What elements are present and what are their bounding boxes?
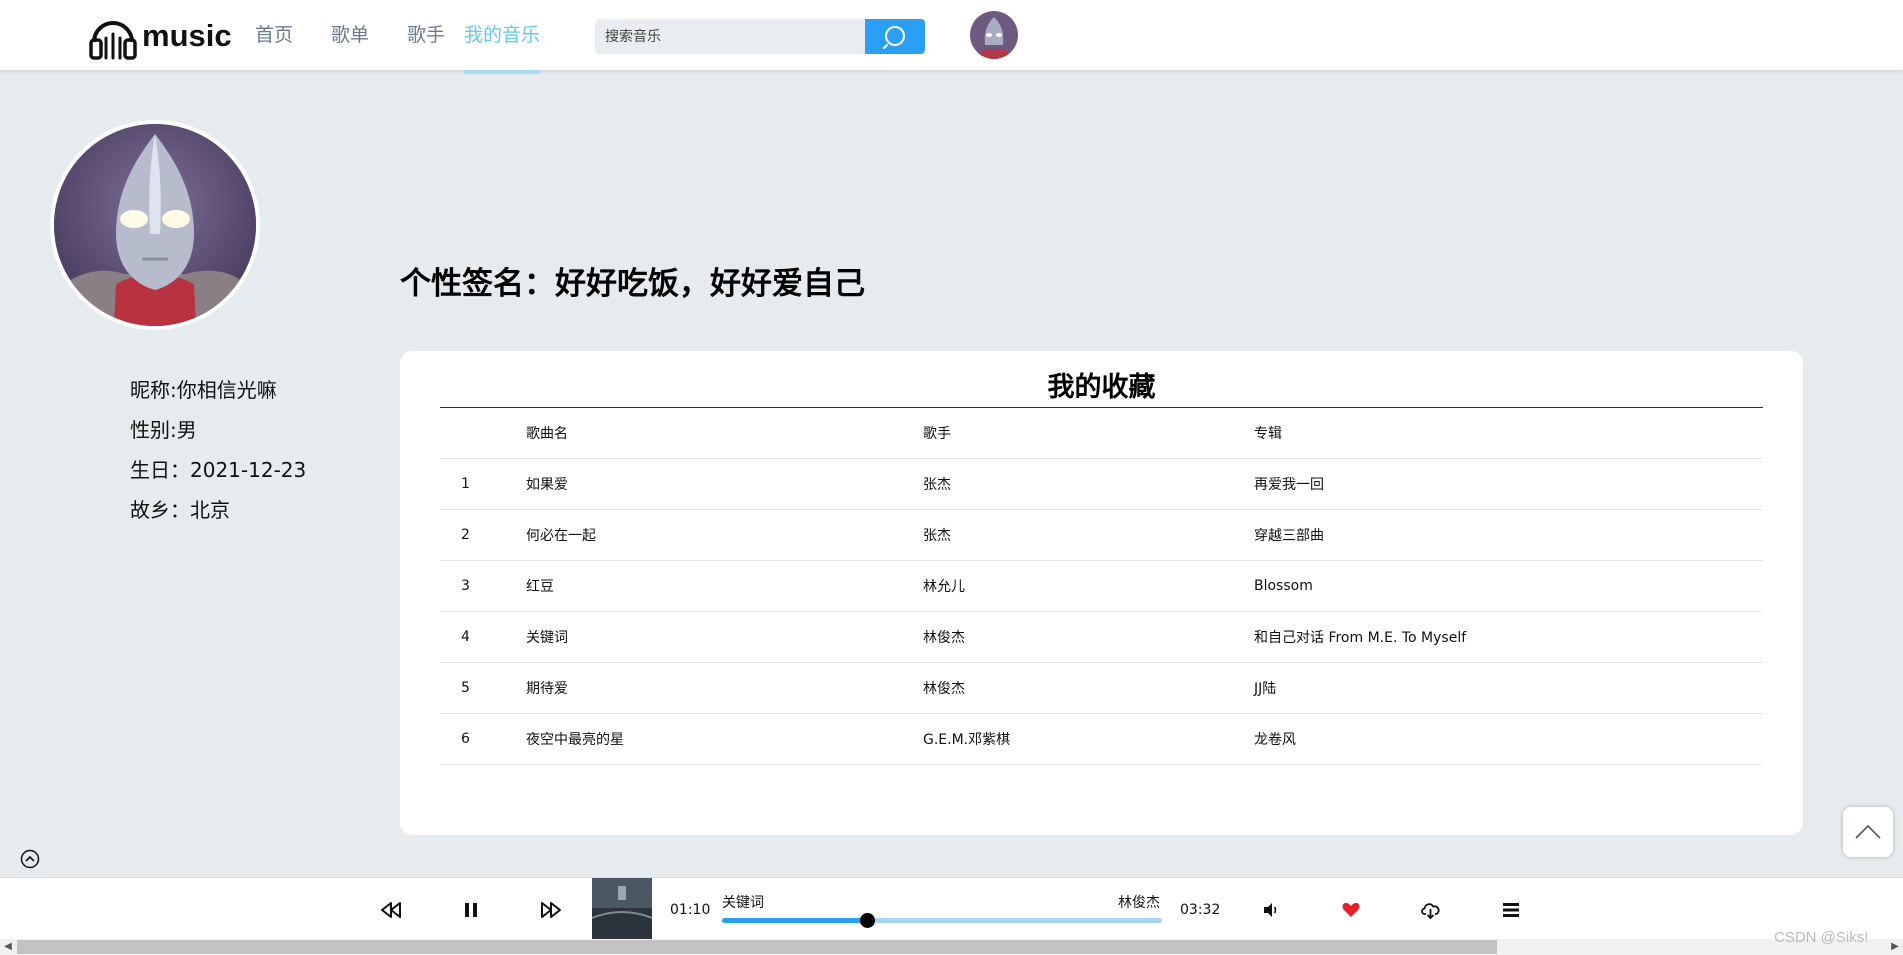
table-header-row: 歌曲名 歌手 专辑	[440, 408, 1763, 459]
row-index: 1	[440, 458, 526, 510]
chevron-up-circle-icon	[20, 849, 40, 869]
song-name[interactable]: 夜空中最亮的星	[526, 713, 923, 765]
profile-avatar	[50, 120, 260, 330]
singer-name[interactable]: 张杰	[923, 509, 1254, 561]
signature: 个性签名：好好吃饭，好好爱自己	[400, 266, 865, 302]
rewind-icon	[381, 902, 401, 918]
gender: 性别:男	[130, 418, 197, 442]
search-input[interactable]	[595, 19, 865, 54]
menu-icon	[1503, 903, 1519, 917]
pause-button[interactable]	[459, 898, 483, 922]
hometown: 故乡：北京	[130, 498, 230, 522]
volume-icon	[1264, 903, 1277, 917]
album-cover[interactable]	[592, 878, 652, 940]
album-name[interactable]: 再爱我一回	[1254, 458, 1763, 510]
main-nav: 首页 歌单 歌手 我的音乐	[236, 0, 540, 74]
favorites-title: 我的收藏	[1047, 372, 1156, 403]
profile-info: 昵称:你相信光嘛 性别:男 生日：2021-12-23 故乡：北京	[130, 370, 306, 530]
singer-name[interactable]: 林俊杰	[923, 662, 1254, 714]
album-name[interactable]: 和自己对话 From M.E. To Myself	[1254, 611, 1763, 663]
playlist-button[interactable]	[1499, 898, 1523, 922]
album-name[interactable]: JJ陆	[1254, 662, 1763, 714]
cloud-download-icon	[1421, 903, 1440, 919]
volume-button[interactable]	[1259, 898, 1283, 922]
column-header-song: 歌曲名	[526, 408, 923, 459]
search-button[interactable]	[865, 19, 925, 54]
singer-name[interactable]: 林允儿	[923, 560, 1254, 612]
next-button[interactable]	[539, 898, 563, 922]
user-avatar-image	[970, 11, 1018, 59]
nav-singers[interactable]: 歌手	[388, 0, 464, 70]
column-header-album: 专辑	[1254, 408, 1763, 459]
album-name[interactable]: Blossom	[1254, 560, 1763, 612]
nav-home[interactable]: 首页	[236, 0, 312, 70]
column-header-singer: 歌手	[923, 408, 1254, 459]
row-index: 4	[440, 611, 526, 663]
table-row[interactable]: 5 期待爱 林俊杰 JJ陆	[440, 662, 1763, 714]
row-index: 6	[440, 713, 526, 765]
scroll-left-arrow[interactable]: ◀	[0, 939, 16, 955]
now-playing-song: 关键词	[722, 895, 764, 911]
singer-name[interactable]: 张杰	[923, 458, 1254, 510]
nav-playlists[interactable]: 歌单	[312, 0, 388, 70]
pause-icon	[465, 903, 477, 917]
favorites-table: 歌曲名 歌手 专辑 1 如果爱 张杰 再爱我一回 2 何必在一起 张杰 穿越三部…	[440, 408, 1763, 765]
birthday: 生日：2021-12-23	[130, 458, 307, 482]
table-row[interactable]: 3 红豆 林允儿 Blossom	[440, 560, 1763, 612]
singer-name[interactable]: 林俊杰	[923, 611, 1254, 663]
profile-avatar-image	[54, 124, 256, 326]
logo-text: music	[142, 18, 232, 53]
singer-name[interactable]: G.E.M.邓紫棋	[923, 713, 1254, 765]
album-name[interactable]: 穿越三部曲	[1254, 509, 1763, 561]
search-icon	[883, 25, 905, 49]
song-name[interactable]: 关键词	[526, 611, 923, 663]
album-name[interactable]: 龙卷风	[1254, 713, 1763, 765]
chevron-up-icon	[1855, 824, 1881, 839]
top-navbar: music 首页 歌单 歌手 我的音乐	[0, 0, 1903, 74]
like-button[interactable]	[1339, 898, 1363, 922]
progress-bar[interactable]	[722, 913, 1162, 928]
song-name[interactable]: 如果爱	[526, 458, 923, 510]
current-time: 01:10	[670, 902, 711, 918]
heart-icon	[1342, 902, 1360, 917]
horizontal-scrollbar[interactable]: ◀ ▶	[0, 939, 1903, 955]
scrollbar-thumb[interactable]	[17, 940, 1497, 954]
watermark: CSDN @Siks!	[1774, 929, 1869, 946]
table-row[interactable]: 4 关键词 林俊杰 和自己对话 From M.E. To Myself	[440, 611, 1763, 663]
logo[interactable]: music	[88, 12, 232, 60]
player-toggle-button[interactable]	[20, 849, 40, 869]
column-header-index	[440, 408, 526, 459]
headphones-icon	[89, 21, 137, 60]
nickname: 昵称:你相信光嘛	[130, 378, 277, 402]
row-index: 3	[440, 560, 526, 612]
album-cover-image	[592, 878, 652, 940]
previous-button[interactable]	[379, 898, 403, 922]
song-name[interactable]: 期待爱	[526, 662, 923, 714]
progress-handle[interactable]	[860, 913, 876, 928]
total-time: 03:32	[1180, 902, 1221, 918]
song-name[interactable]: 何必在一起	[526, 509, 923, 561]
nav-my-music[interactable]: 我的音乐	[464, 0, 540, 74]
scroll-right-arrow[interactable]: ▶	[1887, 939, 1903, 955]
table-row[interactable]: 1 如果爱 张杰 再爱我一回	[440, 458, 1763, 510]
fast-forward-icon	[541, 902, 561, 918]
row-index: 2	[440, 509, 526, 561]
favorites-card: 我的收藏 歌曲名 歌手 专辑 1 如果爱 张杰 再爱我一回 2 何必在一起 张杰…	[400, 351, 1803, 835]
download-button[interactable]	[1419, 898, 1443, 922]
table-row[interactable]: 6 夜空中最亮的星 G.E.M.邓紫棋 龙卷风	[440, 713, 1763, 765]
avatar[interactable]	[970, 11, 1018, 59]
row-index: 5	[440, 662, 526, 714]
song-name[interactable]: 红豆	[526, 560, 923, 612]
table-row[interactable]: 2 何必在一起 张杰 穿越三部曲	[440, 509, 1763, 561]
progress-fill	[722, 918, 868, 923]
back-to-top-button[interactable]	[1843, 807, 1893, 857]
now-playing-artist: 林俊杰	[1118, 895, 1160, 911]
search-bar	[595, 19, 925, 54]
music-player-bar: 01:10 关键词 林俊杰 03:32	[0, 877, 1903, 940]
